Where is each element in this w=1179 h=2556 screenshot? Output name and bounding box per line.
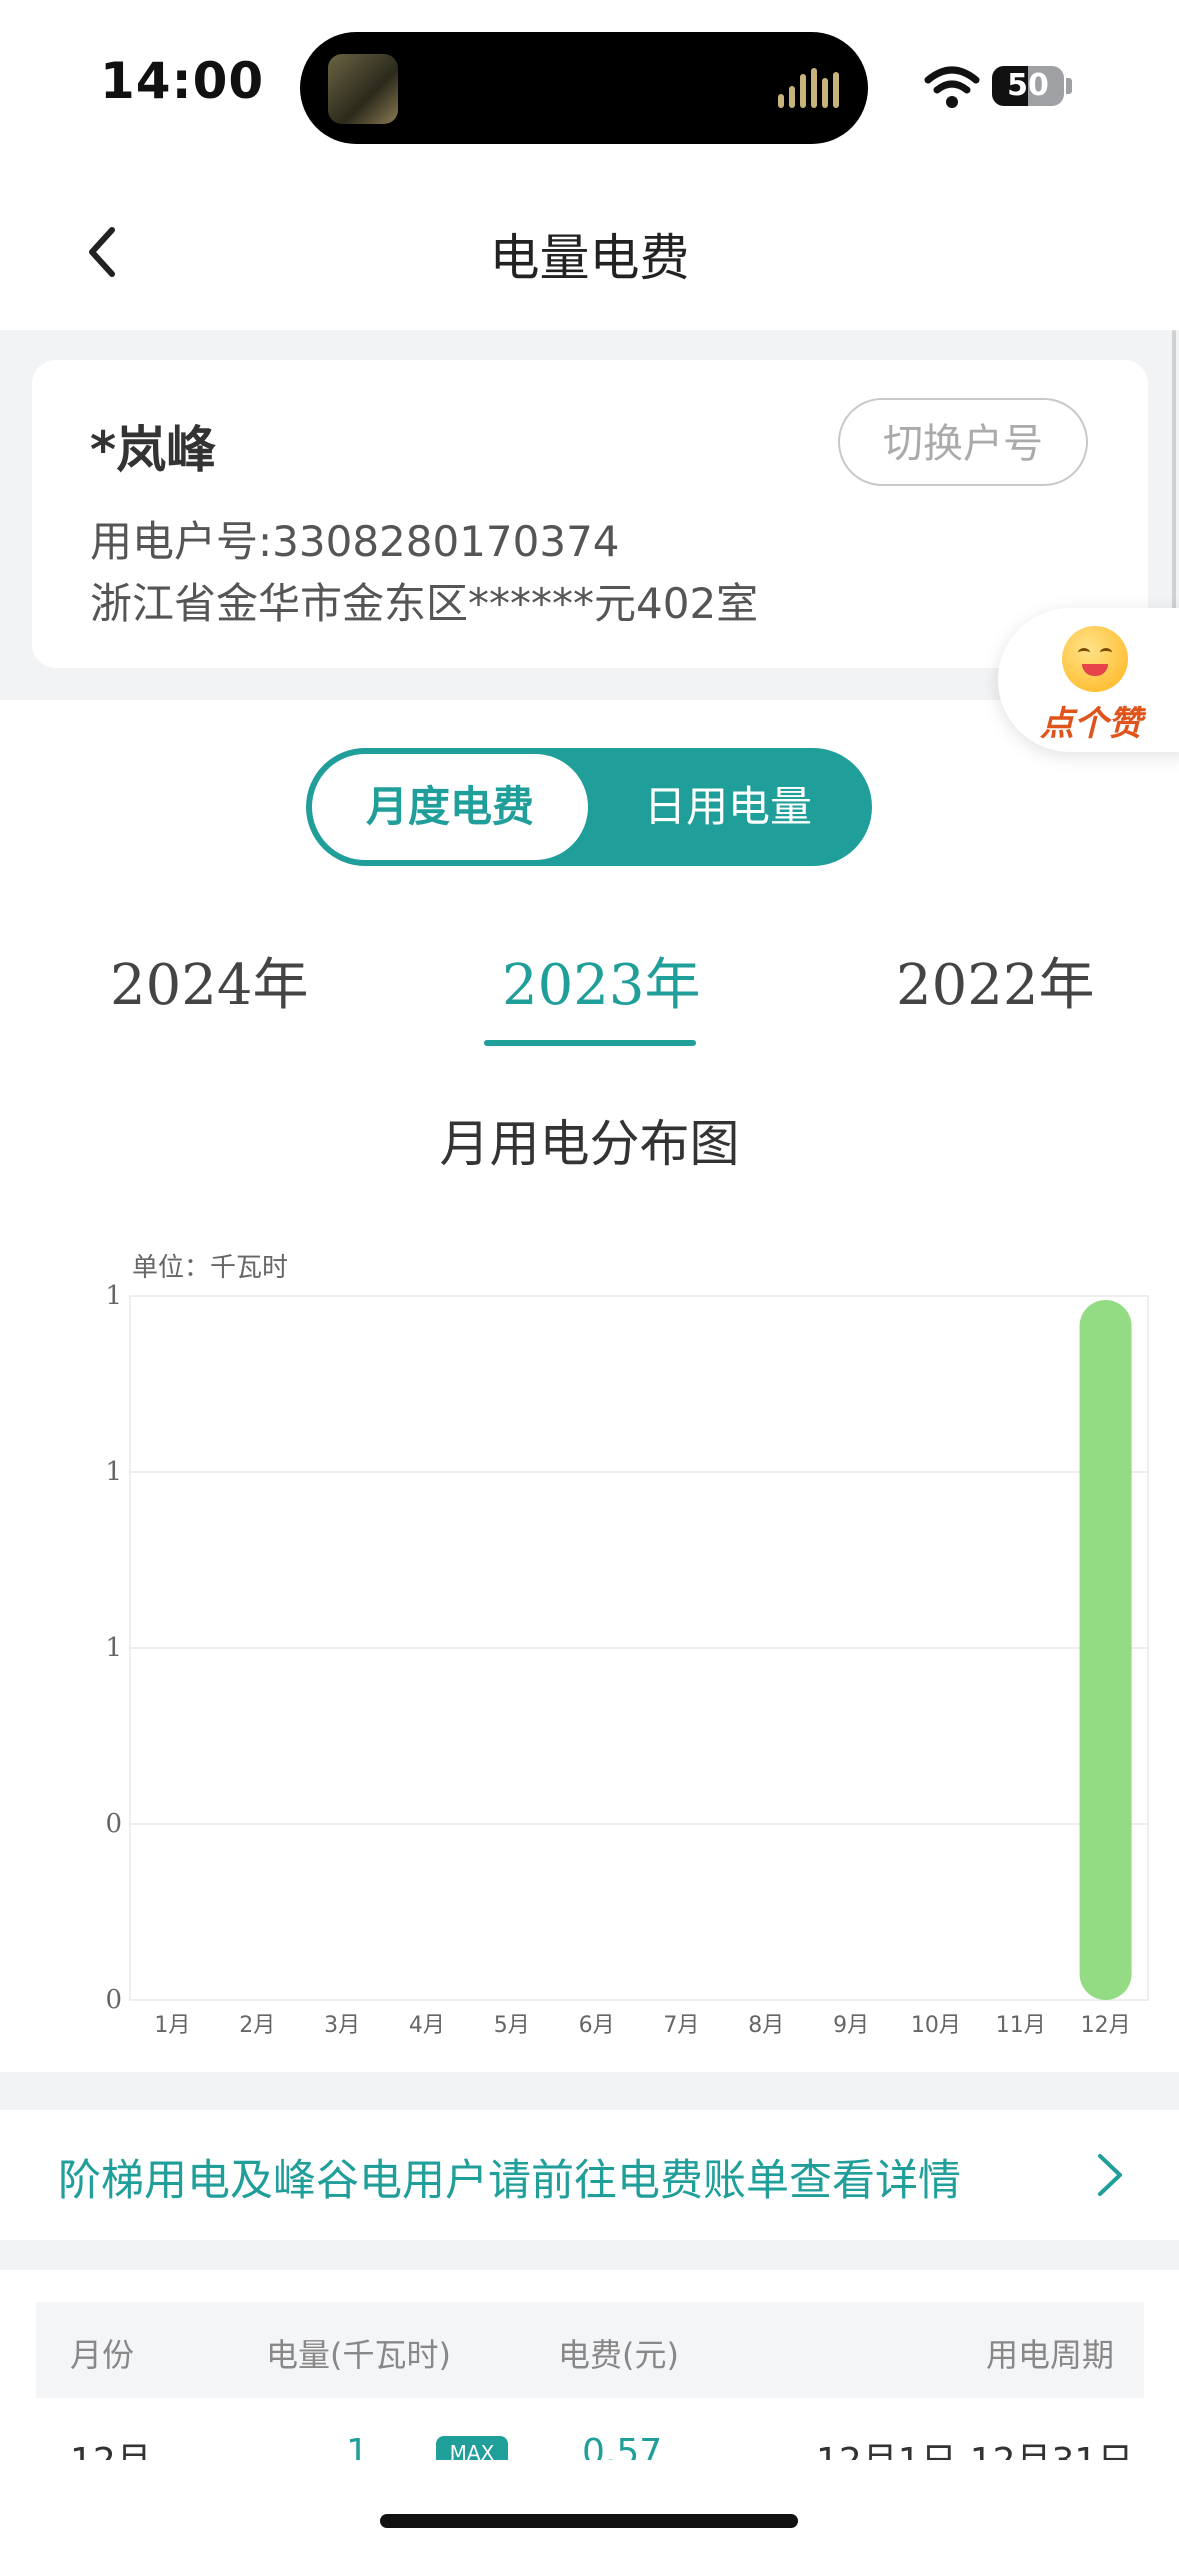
battery-icon: 50 bbox=[992, 66, 1064, 106]
header-kwh: 电量(千瓦时) bbox=[266, 2336, 451, 2374]
wifi-icon bbox=[924, 66, 980, 108]
x-tick-label: 3月 bbox=[324, 2013, 360, 2038]
x-tick-label: 4月 bbox=[409, 2013, 445, 2038]
audio-wave-icon bbox=[778, 68, 842, 108]
y-tick-label: 1 bbox=[105, 1633, 122, 1663]
status-time: 14:00 bbox=[100, 52, 265, 110]
tab-monthly-fee[interactable]: 月度电费 bbox=[312, 754, 588, 860]
x-tick-label: 9月 bbox=[833, 2013, 869, 2038]
album-art-icon bbox=[328, 54, 398, 124]
header-fee: 电费(元) bbox=[558, 2336, 679, 2374]
y-tick-label: 0 bbox=[105, 1809, 122, 1839]
row-clip bbox=[0, 2460, 1179, 2556]
x-tick-label: 7月 bbox=[663, 2013, 699, 2038]
switch-account-button[interactable]: 切换户号 bbox=[838, 398, 1088, 486]
y-tick-label: 0 bbox=[105, 1985, 122, 2015]
x-tick-label: 5月 bbox=[494, 2013, 530, 2038]
smiley-face-icon bbox=[1062, 626, 1128, 692]
year-tab-2022[interactable]: 2022年 bbox=[896, 940, 1095, 1021]
year-tab-2023[interactable]: 2023年 bbox=[502, 940, 701, 1021]
x-tick-label: 11月 bbox=[996, 2013, 1046, 2038]
x-tick-label: 6月 bbox=[579, 2013, 615, 2038]
year-tab-2024[interactable]: 2024年 bbox=[110, 940, 309, 1021]
header-month: 月份 bbox=[70, 2336, 135, 2374]
header-period: 用电周期 bbox=[986, 2336, 1115, 2374]
account-address: 浙江省金华市金东区******元402室 bbox=[90, 579, 759, 628]
tab-daily-usage[interactable]: 日用电量 bbox=[590, 754, 866, 860]
home-indicator[interactable] bbox=[380, 2514, 798, 2528]
chart-title: 月用电分布图 bbox=[439, 1115, 740, 1173]
monthly-usage-chart: 单位：千瓦时 001111月 2月 3月 4月 5月 6月 7月 8月 9月 10月 11月 12月 bbox=[105, 1253, 1149, 2038]
bar-12月 bbox=[1079, 1300, 1132, 2000]
x-tick-label: 12月 bbox=[1081, 2013, 1131, 2038]
account-number: 用电户号:3308280170374 bbox=[90, 517, 620, 566]
like-label: 点个赞 bbox=[1040, 704, 1142, 744]
page-title: 电量电费 bbox=[489, 229, 690, 287]
account-name: *岚峰 bbox=[90, 421, 217, 479]
y-tick-label: 1 bbox=[105, 1281, 122, 1311]
x-tick-label: 1月 bbox=[154, 2013, 190, 2038]
bill-detail-text: 阶梯用电及峰谷电用户请前往电费账单查看详情 bbox=[58, 2156, 961, 2206]
x-tick-label: 8月 bbox=[748, 2013, 784, 2038]
chart-unit-label: 单位：千瓦时 bbox=[132, 1253, 288, 1283]
x-tick-label: 10月 bbox=[911, 2013, 961, 2038]
year-tab-indicator bbox=[484, 1040, 696, 1046]
battery-nub bbox=[1066, 78, 1072, 94]
y-tick-label: 1 bbox=[105, 1457, 122, 1487]
x-tick-label: 2月 bbox=[239, 2013, 275, 2038]
battery-level: 50 bbox=[1007, 68, 1049, 103]
chevron-right-icon bbox=[1098, 2154, 1122, 2196]
